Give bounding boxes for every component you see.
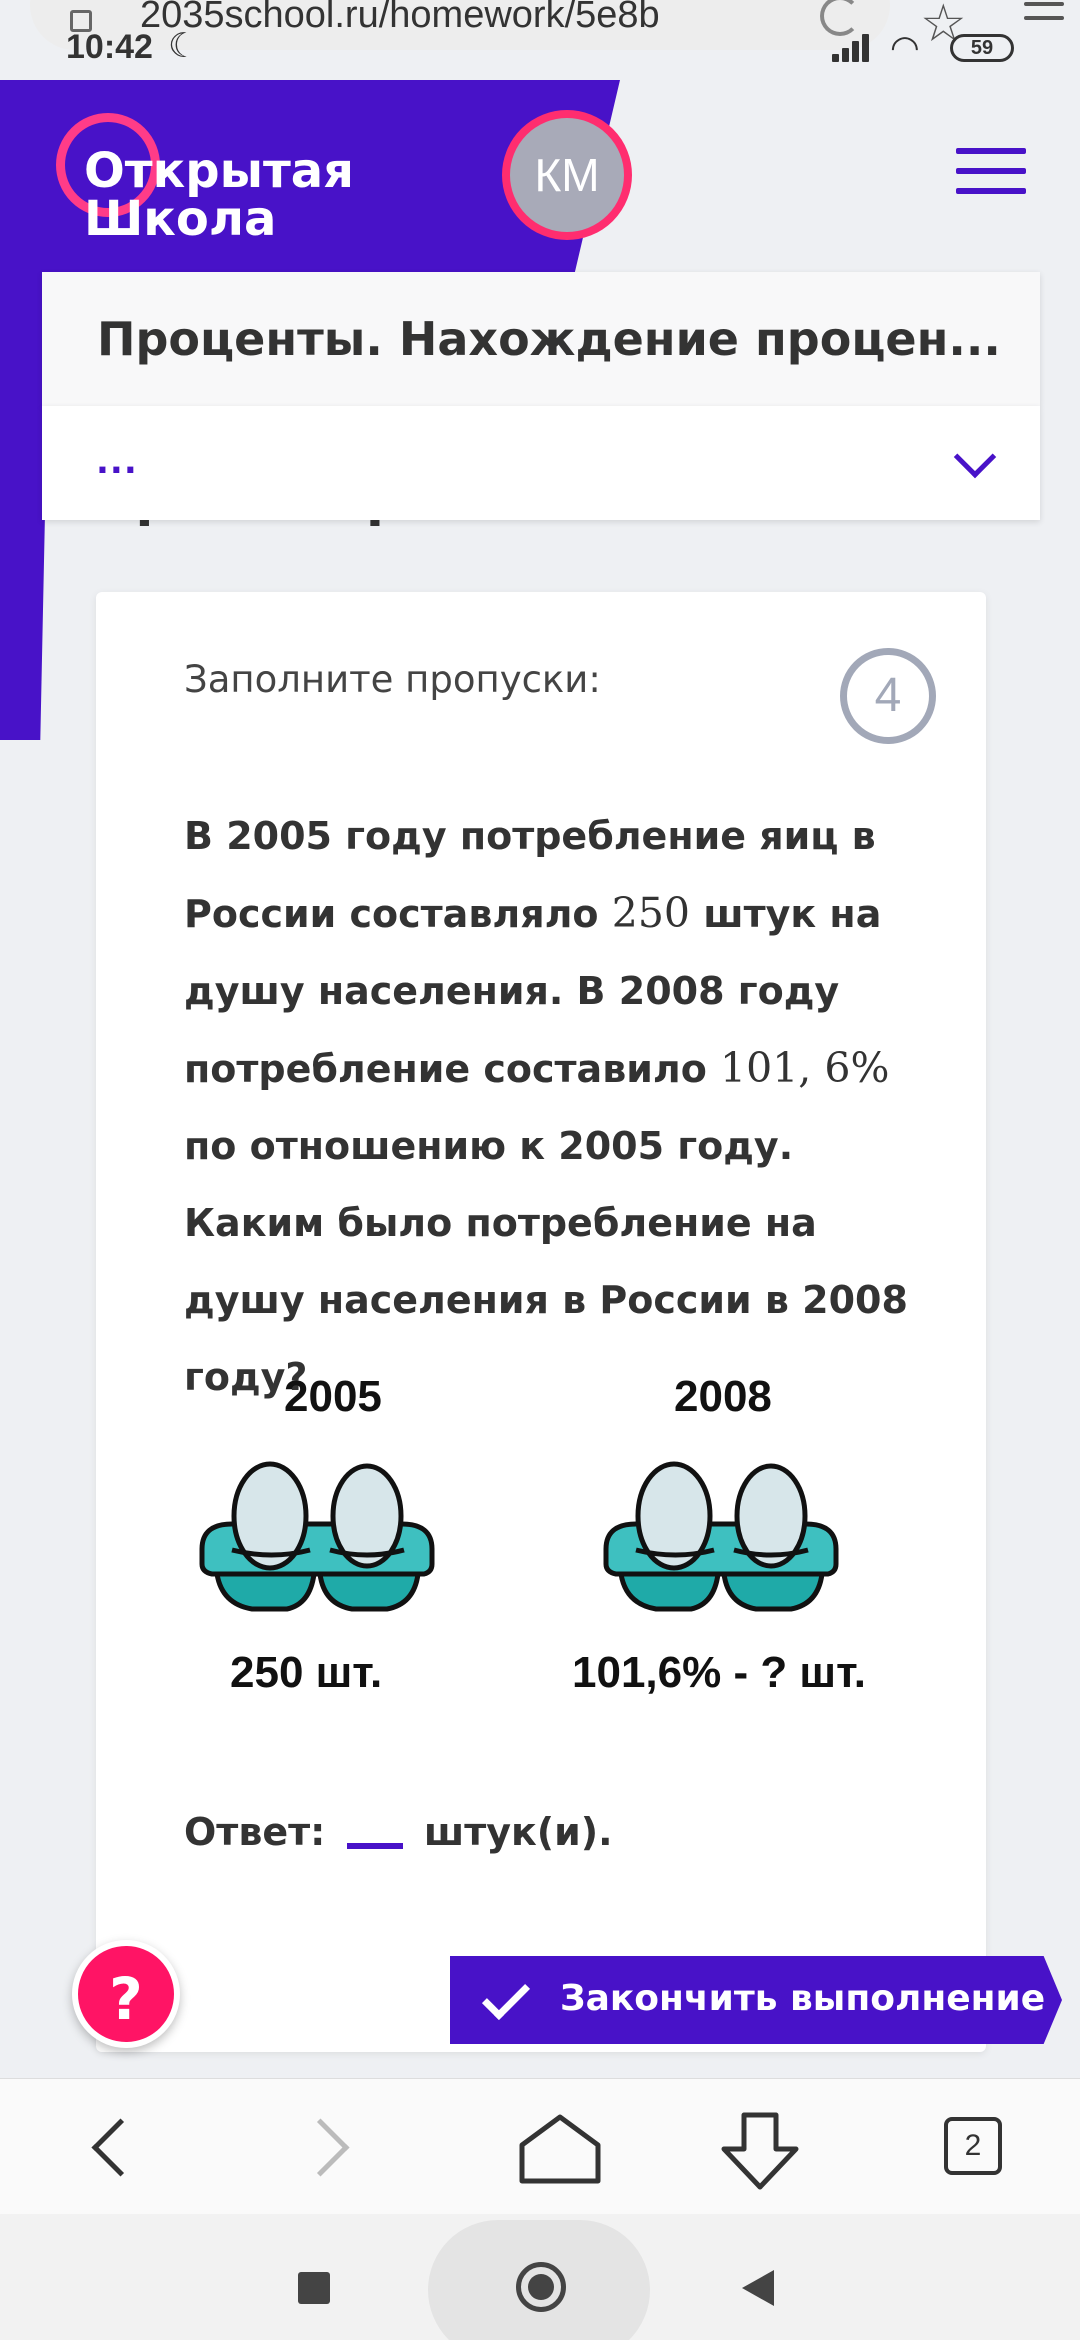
system-navigation-bar — [0, 2214, 1080, 2340]
finish-button-label: Закончить выполнение — [560, 1978, 1046, 2019]
caption-right: 101,6% - ? шт. — [572, 1648, 867, 1697]
tabs-count: 2 — [944, 2117, 1002, 2175]
system-back-icon[interactable] — [742, 2270, 774, 2306]
task-card: Заполните пропуски: 4 В 2005 году потреб… — [96, 592, 986, 2052]
status-bar: 10:42 ☾ ◠ 59 — [0, 24, 1080, 74]
finish-button[interactable]: Закончить выполнение — [450, 1956, 1062, 2044]
answer-unit: штук(и). — [423, 1810, 613, 1854]
home-dot-icon[interactable] — [516, 2262, 566, 2312]
signal-icon — [832, 32, 876, 62]
egg-tray-icon — [603, 1461, 839, 1612]
wifi-icon: ◠ — [890, 28, 920, 68]
forward-icon[interactable] — [266, 2079, 386, 2215]
download-icon[interactable] — [700, 2079, 820, 2215]
lesson-section-dropdown[interactable]: ... — [42, 406, 1040, 520]
task-instruction: Заполните пропуски: — [184, 658, 601, 701]
user-avatar[interactable]: КМ — [502, 110, 632, 240]
lesson-title: Проценты. Нахождение процен... — [97, 312, 1001, 366]
help-button[interactable]: ? — [72, 1940, 180, 2048]
logo-text-line1: Открытая — [84, 143, 354, 199]
browser-bottom-bar: 2 — [0, 2078, 1080, 2214]
lesson-title-card: Проценты. Нахождение процен... — [42, 272, 1040, 406]
task-problem-text: В 2005 году потребление яиц в России сос… — [184, 798, 924, 1416]
answer-row: Ответ: штук(и). — [184, 1810, 613, 1854]
egg-tray-icon — [199, 1461, 435, 1612]
check-icon — [481, 1971, 531, 2021]
chevron-down-icon[interactable] — [953, 435, 997, 479]
battery-indicator: 59 — [950, 34, 1014, 62]
do-not-disturb-icon: ☾ — [168, 26, 199, 66]
eggs-illustration: 2005 2008 250 шт. 101,6% - ? шт. — [192, 1372, 912, 1732]
site-logo[interactable]: Открытая Школа — [56, 110, 376, 250]
home-icon[interactable] — [500, 2079, 620, 2215]
problem-text-part: по отношению к 2005 году. Каким было пот… — [184, 1124, 908, 1399]
year-label-right: 2008 — [674, 1372, 772, 1421]
logo-text-line2: Школа — [84, 191, 277, 247]
answer-label: Ответ: — [184, 1810, 326, 1854]
year-label-left: 2005 — [284, 1372, 382, 1421]
status-time: 10:42 — [66, 28, 153, 66]
problem-math-value: 101, 6% — [720, 1044, 890, 1092]
recents-icon[interactable] — [298, 2272, 330, 2304]
tabs-button[interactable]: 2 — [912, 2079, 1032, 2215]
problem-math-value: 250 — [611, 889, 691, 937]
hamburger-menu-icon[interactable] — [956, 148, 1026, 198]
task-number-badge: 4 — [840, 648, 936, 744]
caption-left: 250 шт. — [230, 1648, 383, 1697]
answer-input[interactable] — [346, 1819, 403, 1849]
dropdown-value: ... — [96, 442, 138, 482]
back-icon[interactable] — [50, 2079, 170, 2215]
